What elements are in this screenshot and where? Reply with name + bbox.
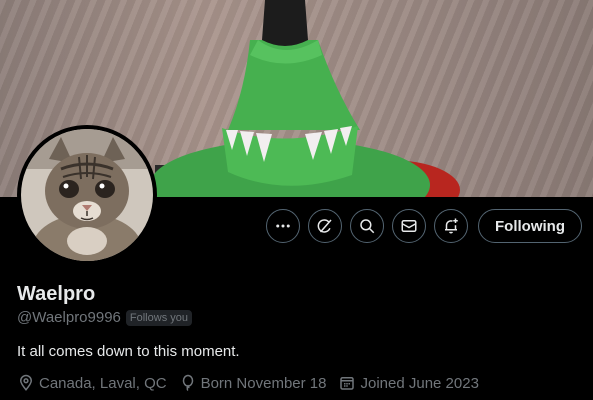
search-button[interactable] — [350, 209, 385, 243]
more-horizontal-icon — [276, 224, 290, 228]
joined-text: Joined June 2023 — [360, 374, 479, 392]
joined-item: Joined June 2023 — [338, 374, 479, 392]
location-pin-icon — [19, 374, 33, 391]
follows-you-badge: Follows you — [125, 309, 192, 326]
profile-actions: Following — [266, 209, 582, 243]
envelope-icon — [401, 220, 417, 232]
location-item: Canada, Laval, QC — [17, 374, 167, 392]
search-icon — [360, 219, 375, 234]
cat-avatar-image — [21, 129, 153, 261]
profile-meta: Canada, Laval, QC Born November 18 Joine… — [17, 374, 479, 392]
profile-avatar[interactable] — [17, 125, 157, 265]
notify-button[interactable] — [434, 209, 469, 243]
grok-icon — [317, 219, 332, 233]
more-button[interactable] — [266, 209, 301, 243]
birthday-item: Born November 18 — [179, 374, 327, 392]
location-text: Canada, Laval, QC — [39, 374, 167, 392]
bell-plus-icon — [445, 218, 458, 234]
calendar-icon — [340, 377, 355, 390]
following-button[interactable]: Following — [478, 209, 582, 243]
profile-bio: It all comes down to this moment. — [17, 343, 240, 360]
user-handle: @Waelpro9996 — [17, 309, 121, 326]
message-button[interactable] — [392, 209, 427, 243]
balloon-icon — [182, 374, 193, 391]
birthday-text: Born November 18 — [200, 374, 327, 392]
handle-row: @Waelpro9996 Follows you — [17, 309, 192, 326]
display-name: Waelpro — [17, 283, 96, 305]
grok-button[interactable] — [308, 209, 343, 243]
